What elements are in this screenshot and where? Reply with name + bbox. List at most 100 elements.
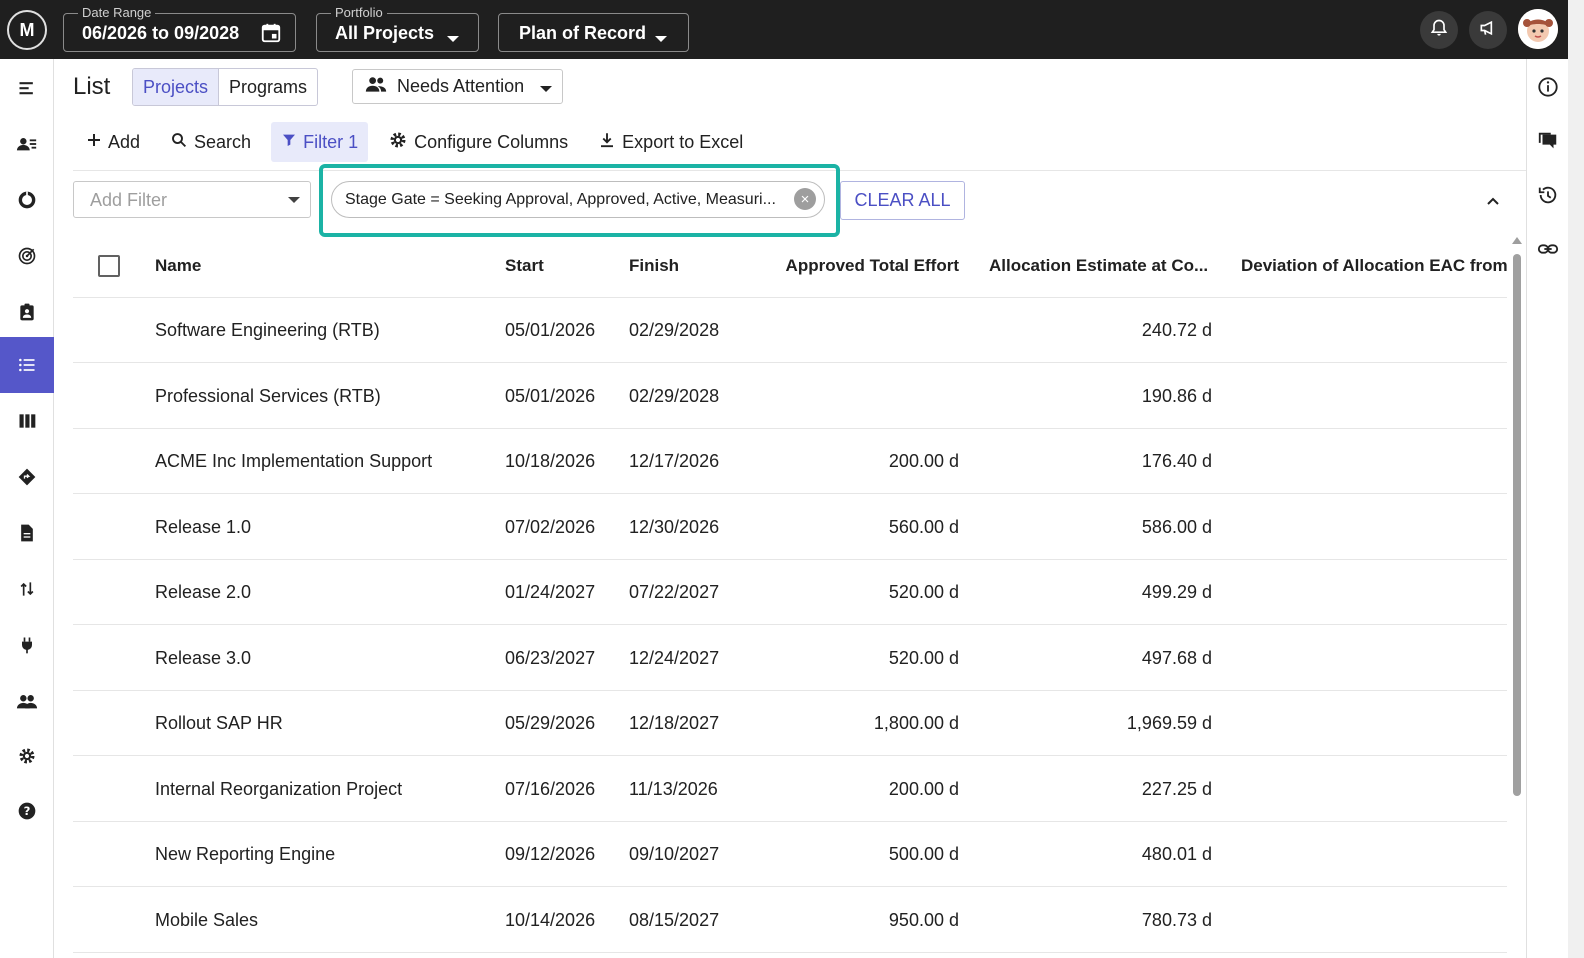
table-scrollbar[interactable] (1512, 237, 1522, 958)
clipboard-icon[interactable] (0, 284, 54, 340)
cell-name[interactable]: Release 2.0 (155, 560, 251, 625)
app-logo[interactable]: M (7, 10, 47, 50)
column-header-deviation[interactable]: Deviation of Allocation EAC from A (1241, 233, 1507, 298)
date-range-value: 06/2026 to 09/2028 (82, 23, 240, 43)
stage-gate-filter-chip[interactable]: Stage Gate = Seeking Approval, Approved,… (331, 181, 825, 218)
link-icon[interactable] (1527, 231, 1569, 267)
cell-name[interactable]: Rollout SAP HR (155, 691, 283, 756)
table-row[interactable]: Release 3.0 06/23/2027 12/24/2027 520.00 d 4… (73, 626, 1507, 691)
date-range-field[interactable]: Date Range 06/2026 to 09/2028 (63, 5, 296, 52)
chevron-down-icon (540, 76, 553, 97)
cell-allocation-eac: 497.68 d (1141, 647, 1212, 668)
table-row[interactable]: Release 2.0 01/24/2027 07/22/2027 520.00 d 4… (73, 560, 1507, 625)
download-icon (598, 131, 616, 154)
cell-finish: 12/24/2027 (629, 647, 720, 668)
gear-icon (388, 130, 408, 155)
cell-name[interactable]: ACME Inc Implementation Support (155, 429, 432, 494)
megaphone-icon (1478, 18, 1498, 43)
info-icon[interactable] (1527, 69, 1569, 105)
column-header-allocation-eac[interactable]: Allocation Estimate at Co... (989, 233, 1208, 298)
close-icon[interactable]: × (794, 188, 816, 210)
announcements-button[interactable] (1469, 11, 1507, 49)
export-excel-button[interactable]: Export to Excel (588, 122, 753, 162)
menu-icon[interactable] (0, 60, 54, 116)
add-button[interactable]: Add (76, 122, 150, 162)
table-row[interactable]: Internal Reorganization Project 07/16/202… (73, 757, 1507, 822)
add-filter-select[interactable]: Add Filter (73, 181, 311, 218)
portfolio-select[interactable]: Portfolio All Projects (316, 5, 479, 52)
cell-finish: 02/29/2028 (629, 320, 720, 340)
clear-all-button[interactable]: CLEAR ALL (840, 181, 965, 220)
pie-chart-icon[interactable] (0, 172, 54, 228)
calendar-icon[interactable] (260, 22, 282, 49)
plan-select[interactable]: Plan of Record (498, 13, 689, 52)
history-icon[interactable] (1527, 177, 1569, 213)
people-icon (365, 75, 387, 98)
help-icon[interactable]: ? (0, 783, 54, 839)
column-header-start[interactable]: Start (505, 233, 544, 298)
cell-name[interactable]: Release 3.0 (155, 626, 251, 691)
plus-icon (86, 132, 102, 153)
configure-columns-label: Configure Columns (414, 131, 569, 152)
cell-start: 06/23/2027 (505, 647, 596, 668)
plug-icon[interactable] (0, 617, 54, 673)
table-row[interactable]: ACME Inc Implementation Support 10/18/202… (73, 429, 1507, 494)
notifications-button[interactable] (1420, 11, 1458, 49)
cell-name[interactable]: Software Engineering (RTB) (155, 298, 380, 363)
table-row[interactable]: New Reporting Engine 09/12/2026 09/10/2027… (73, 822, 1507, 887)
chevron-up-icon[interactable] (1486, 193, 1500, 211)
cell-approved-effort: 520.00 d (888, 647, 959, 668)
gear-icon[interactable] (0, 728, 54, 784)
left-nav: ? (0, 59, 54, 958)
cell-name[interactable]: Professional Services (RTB) (155, 364, 381, 429)
cell-name[interactable]: Mobile Sales (155, 888, 258, 953)
table-row[interactable]: Software Engineering (RTB) 05/01/2026 02/2… (73, 298, 1507, 363)
search-button[interactable]: Search (160, 122, 261, 162)
table-row[interactable]: Mobile Sales 10/14/2026 08/15/2027 950.00 d… (73, 888, 1507, 953)
board-icon[interactable] (0, 393, 54, 449)
filter-chip-label: Stage Gate = Seeking Approval, Approved,… (345, 191, 776, 208)
cell-allocation-eac: 586.00 d (1141, 516, 1212, 537)
column-header-approved-effort[interactable]: Approved Total Effort (763, 233, 959, 298)
portfolio-value: All Projects (335, 23, 435, 43)
cell-finish: 02/29/2028 (629, 385, 720, 406)
tab-projects[interactable]: Projects (133, 69, 220, 105)
cell-finish: 07/22/2027 (629, 582, 720, 602)
cell-finish: 12/30/2026 (629, 516, 720, 537)
filter-button[interactable]: Filter 1 (271, 122, 369, 162)
cell-finish: 08/15/2027 (629, 909, 720, 930)
sort-icon[interactable] (0, 561, 54, 617)
column-header-name[interactable]: Name (155, 233, 201, 298)
column-header-finish[interactable]: Finish (629, 233, 679, 298)
window-scrollbar[interactable] (1568, 0, 1584, 958)
main-content: List Projects Programs Needs Attention A… (54, 59, 1526, 958)
document-icon[interactable] (0, 505, 54, 561)
scroll-up-icon[interactable] (1512, 237, 1522, 244)
cell-finish: 09/10/2027 (629, 844, 720, 864)
cell-allocation-eac: 499.29 d (1141, 582, 1212, 602)
right-rail (1526, 59, 1568, 958)
projects-table: Name Start Finish Approved Total Effort … (73, 233, 1507, 958)
list-icon[interactable] (0, 337, 54, 393)
cell-name[interactable]: Release 1.0 (155, 495, 251, 560)
table-row[interactable]: Release 1.0 07/02/2026 12/30/2026 560.00 d 5… (73, 495, 1507, 560)
resource-icon[interactable] (0, 116, 54, 172)
cell-name[interactable]: Internal Reorganization Project (155, 757, 402, 822)
tab-programs[interactable]: Programs (219, 69, 317, 105)
cell-approved-effort: 1,800.00 d (873, 713, 959, 733)
comments-icon[interactable] (1527, 123, 1569, 159)
table-row[interactable]: Rollout SAP HR 05/29/2026 12/18/2027 1,800.… (73, 691, 1507, 756)
cell-finish: 12/17/2026 (629, 451, 720, 471)
view-select[interactable]: Needs Attention (352, 69, 563, 104)
cell-name[interactable]: New Reporting Engine (155, 822, 335, 887)
scrollbar-thumb[interactable] (1513, 254, 1521, 796)
people-icon[interactable] (0, 673, 54, 729)
export-excel-label: Export to Excel (622, 131, 744, 152)
select-all-checkbox[interactable] (98, 233, 120, 298)
avatar[interactable] (1518, 9, 1558, 49)
roadmap-icon[interactable] (0, 449, 54, 505)
table-row[interactable]: Professional Services (RTB) 05/01/2026 02/… (73, 364, 1507, 429)
configure-columns-button[interactable]: Configure Columns (378, 122, 578, 162)
target-icon[interactable] (0, 228, 54, 284)
cell-start: 07/02/2026 (505, 516, 596, 537)
